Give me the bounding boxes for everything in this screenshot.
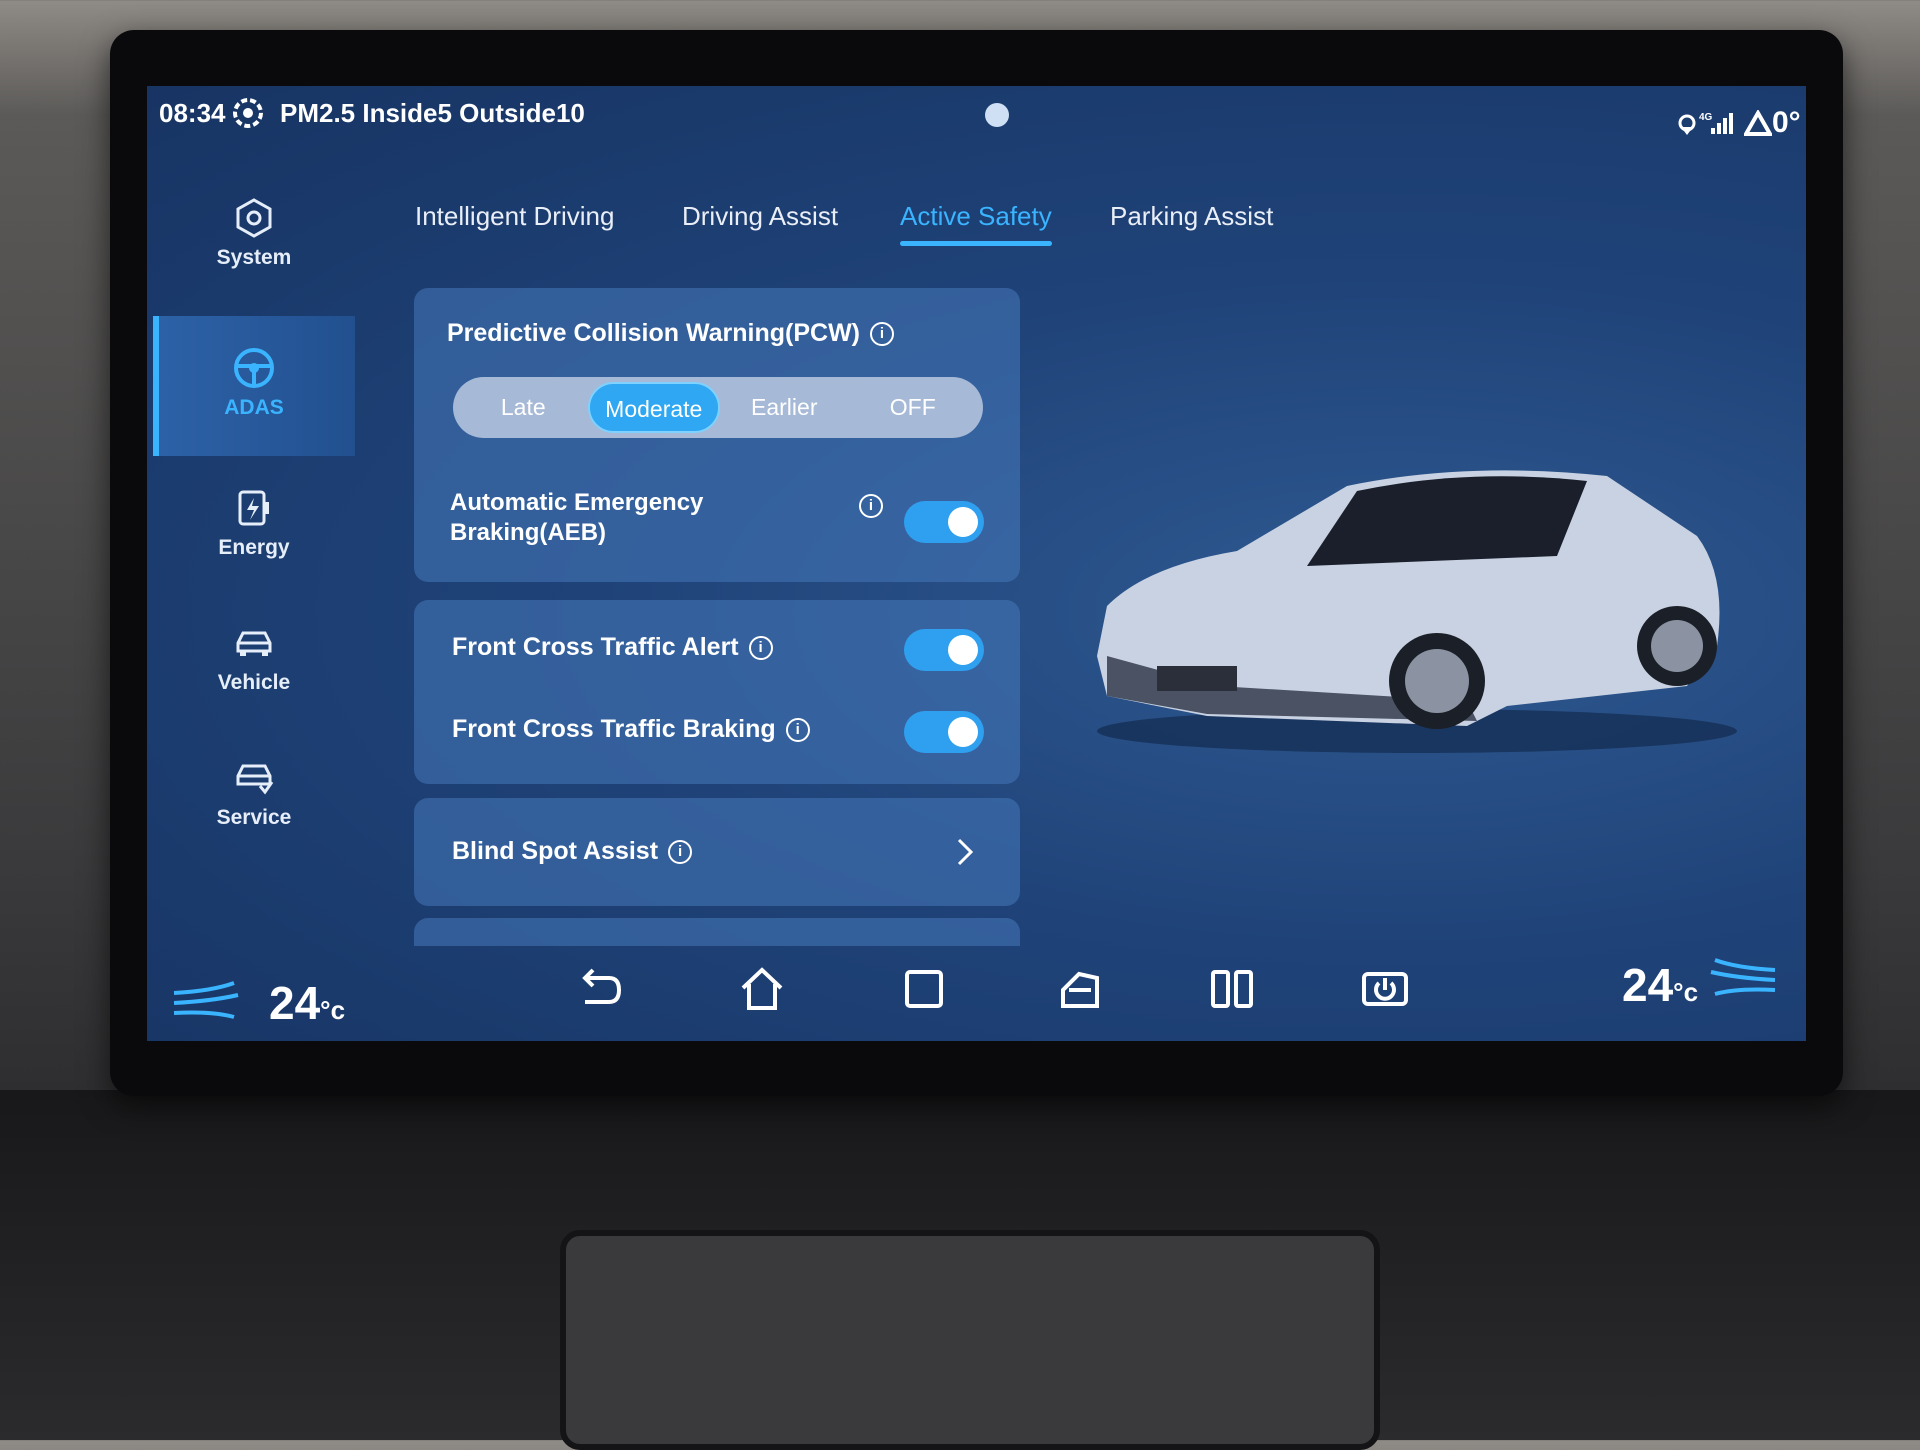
- sidebar-item-label: Vehicle: [217, 671, 291, 694]
- power-icon[interactable]: [1360, 964, 1410, 1014]
- steering-wheel-icon: [234, 348, 274, 388]
- pcw-title: Predictive Collision Warning(PCW) i: [447, 318, 894, 348]
- info-icon[interactable]: i: [668, 840, 693, 865]
- driver-temp-value: 24: [269, 977, 321, 1029]
- sidebar-item-label: System: [216, 246, 292, 269]
- fctb-row: Front Cross Traffic Braking i: [452, 714, 810, 744]
- pcw-sensitivity-selector[interactable]: Late Moderate Earlier OFF: [453, 377, 983, 438]
- voice-assistant-icon[interactable]: [982, 100, 1012, 130]
- right-airflow-icon: [1710, 958, 1776, 996]
- pcw-option-earlier[interactable]: Earlier: [720, 382, 849, 433]
- fcta-row: Front Cross Traffic Alert i: [452, 632, 773, 662]
- info-icon[interactable]: i: [859, 494, 883, 518]
- pcw-option-late[interactable]: Late: [459, 382, 588, 433]
- air-purifier-icon: [233, 98, 263, 128]
- infotainment-screen: 08:34 PM2.5 Inside5 Outside10 4G 0° Syst…: [147, 86, 1806, 1041]
- aeb-toggle[interactable]: [904, 501, 984, 543]
- temp-unit: °c: [1673, 977, 1699, 1007]
- tab-active-safety[interactable]: Active Safety: [900, 201, 1052, 246]
- pcw-option-moderate[interactable]: Moderate: [587, 382, 720, 433]
- outdoor-temperature: 0°: [1772, 106, 1801, 139]
- battery-icon: [238, 490, 269, 526]
- sidebar-item-vehicle[interactable]: Vehicle: [153, 601, 355, 731]
- home-icon[interactable]: [737, 964, 787, 1014]
- console-tray: [560, 1230, 1380, 1450]
- vehicle-control-icon[interactable]: [1057, 964, 1107, 1014]
- temp-unit: °c: [320, 995, 346, 1025]
- fcta-toggle[interactable]: [904, 629, 984, 671]
- air-quality-text: PM2.5 Inside5 Outside10: [280, 98, 585, 128]
- bsa-label: Blind Spot Assist: [452, 837, 659, 865]
- next-setting-card[interactable]: [414, 918, 1020, 946]
- location-icon: [1678, 114, 1696, 135]
- sidebar-item-adas[interactable]: ADAS: [153, 316, 355, 456]
- sidebar-item-label: Energy: [218, 536, 290, 559]
- signal-icon: [1711, 113, 1733, 134]
- gear-icon: [236, 198, 272, 238]
- driver-temperature[interactable]: 24°c: [269, 976, 345, 1030]
- sidebar-item-service[interactable]: Service: [153, 736, 355, 866]
- bsa-row: Blind Spot Assist i: [452, 836, 693, 866]
- fctb-toggle[interactable]: [904, 711, 984, 753]
- car-service-icon: [236, 764, 274, 795]
- cross-traffic-card: [414, 600, 1020, 784]
- passenger-temp-value: 24: [1622, 959, 1674, 1011]
- tab-intelligent-driving[interactable]: Intelligent Driving: [415, 201, 614, 232]
- back-icon[interactable]: [575, 964, 625, 1014]
- pcw-label: Predictive Collision Warning(PCW): [447, 319, 860, 347]
- car-icon: [236, 631, 272, 656]
- left-airflow-icon: [173, 981, 239, 1019]
- aeb-label: Automatic Emergency Braking(AEB): [450, 489, 704, 546]
- sidebar-item-energy[interactable]: Energy: [153, 466, 355, 596]
- fctb-label: Front Cross Traffic Braking: [452, 715, 776, 743]
- split-screen-icon[interactable]: [1207, 964, 1257, 1014]
- info-icon[interactable]: i: [785, 718, 810, 743]
- info-icon[interactable]: i: [748, 636, 773, 661]
- clock: 08:34: [159, 98, 226, 128]
- tab-parking-assist[interactable]: Parking Assist: [1110, 201, 1273, 232]
- outdoor-temp-icon: [1744, 110, 1772, 136]
- sidebar-item-system[interactable]: System: [153, 176, 355, 306]
- fcta-label: Front Cross Traffic Alert: [452, 633, 739, 661]
- info-icon[interactable]: i: [870, 322, 894, 347]
- tab-driving-assist[interactable]: Driving Assist: [682, 201, 838, 232]
- recent-apps-icon[interactable]: [899, 964, 949, 1014]
- vehicle-illustration: [1097, 470, 1737, 753]
- pcw-option-off[interactable]: OFF: [849, 382, 978, 433]
- chevron-right-icon: [957, 838, 974, 866]
- passenger-temperature[interactable]: 24°c: [1622, 958, 1698, 1012]
- sidebar-item-label: Service: [216, 806, 292, 829]
- sidebar: System ADAS Energy Vehicle Service: [153, 156, 355, 956]
- sidebar-item-label: ADAS: [224, 396, 284, 419]
